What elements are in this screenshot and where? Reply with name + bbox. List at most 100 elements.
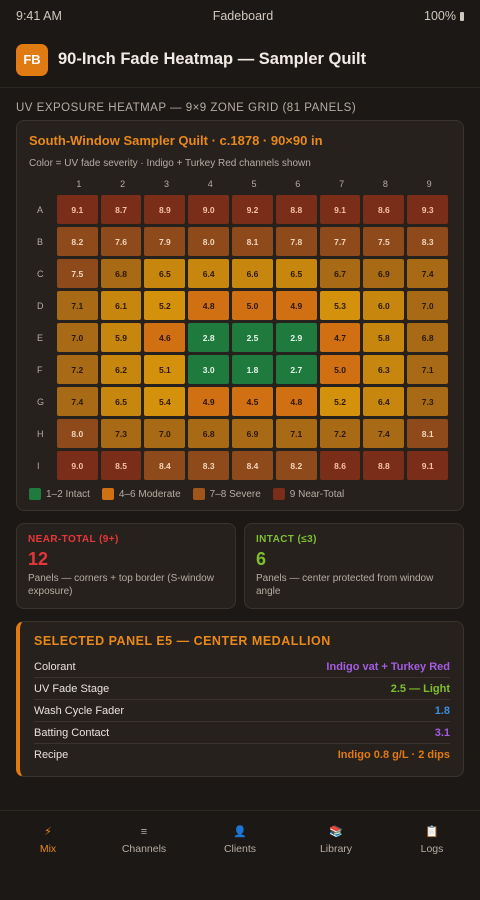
heatmap-cell[interactable]: 2.5	[232, 323, 273, 352]
heatmap-cell[interactable]: 4.5	[232, 387, 273, 416]
heatmap-cell[interactable]: 6.8	[407, 323, 449, 352]
heatmap-cell[interactable]: 7.0	[407, 291, 449, 320]
heatmap-cell[interactable]: 4.8	[275, 387, 317, 416]
heatmap-cell[interactable]: 6.4	[188, 259, 230, 288]
heatmap-cell[interactable]: 6.4	[363, 387, 405, 416]
battery-percent: 100%	[424, 9, 456, 23]
tab-logs[interactable]: 📋 Logs	[392, 825, 472, 900]
heatmap-cell[interactable]: 8.0	[188, 227, 230, 256]
heatmap-cell[interactable]: 7.0	[144, 419, 186, 448]
intact-card[interactable]: INTACT (≤3) 6 Panels — center protected …	[244, 523, 464, 609]
heatmap-cell[interactable]: 8.3	[407, 227, 449, 256]
heatmap-cell[interactable]: 8.6	[319, 451, 361, 480]
heatmap-cell[interactable]: 9.3	[407, 195, 449, 224]
heatmap-cell[interactable]: 7.7	[319, 227, 361, 256]
heatmap-cell[interactable]: 7.9	[144, 227, 186, 256]
near-total-desc: Panels — corners + top border (S-window …	[28, 573, 214, 597]
heatmap-cell[interactable]: 8.2	[275, 451, 317, 480]
heatmap-cell[interactable]: 5.3	[319, 291, 361, 320]
heatmap-cell[interactable]: 4.9	[188, 387, 230, 416]
heatmap-cell[interactable]: 5.0	[319, 355, 361, 384]
heatmap-cell[interactable]: 6.5	[275, 259, 317, 288]
heatmap-cell[interactable]: 6.8	[100, 259, 142, 288]
heatmap-cell[interactable]: 4.6	[144, 323, 186, 352]
heatmap-cell[interactable]: 7.4	[407, 259, 449, 288]
heatmap-cell[interactable]: 2.7	[275, 355, 317, 384]
heatmap-cell[interactable]: 6.9	[363, 259, 405, 288]
tab-library[interactable]: 📚 Library	[296, 825, 376, 900]
heatmap-cell[interactable]: 9.2	[232, 195, 273, 224]
app-logo[interactable]: FB	[16, 43, 48, 76]
heatmap-cell[interactable]: 7.5	[56, 259, 98, 288]
heatmap-cell[interactable]: 2.8	[188, 323, 230, 352]
heatmap-cell[interactable]: 5.4	[144, 387, 186, 416]
near-total-value: 12	[28, 549, 49, 569]
heatmap-cell[interactable]: 8.3	[188, 451, 230, 480]
heatmap-cell[interactable]: 1.8	[232, 355, 273, 384]
heatmap-cell[interactable]: 5.2	[144, 291, 186, 320]
heatmap-cell[interactable]: 8.1	[232, 227, 273, 256]
heatmap-cell[interactable]: 4.9	[275, 291, 317, 320]
heatmap-cell[interactable]: 7.2	[319, 419, 361, 448]
tab-channels[interactable]: ≡ Channels	[104, 825, 184, 900]
heatmap-cell[interactable]: 7.0	[56, 323, 98, 352]
heatmap-cell[interactable]: 7.3	[100, 419, 142, 448]
heatmap-cell[interactable]: 9.1	[319, 195, 361, 224]
heatmap-cell[interactable]: 6.6	[232, 259, 273, 288]
heatmap-cell[interactable]: 6.3	[363, 355, 405, 384]
column-header: 9	[426, 179, 432, 189]
heatmap-cell[interactable]: 7.1	[407, 355, 449, 384]
tab-mix[interactable]: ⚡ Mix	[8, 825, 88, 900]
heatmap-cell[interactable]: 4.8	[188, 291, 230, 320]
heatmap-cell[interactable]: 8.5	[100, 451, 142, 480]
heatmap-grid: 123456789 A 9.1 8.7 8.9 9.0 9.2 8.8 9.1 8.6 9.3 B 8…	[29, 179, 451, 480]
heatmap-cell[interactable]: 3.0	[188, 355, 230, 384]
stat-row: NEAR-TOTAL (9+) 12 Panels — corners + to…	[16, 523, 464, 609]
heatmap-cell[interactable]: 7.4	[363, 419, 405, 448]
heatmap-cell[interactable]: 8.8	[275, 195, 317, 224]
heatmap-cell[interactable]: 8.7	[100, 195, 142, 224]
heatmap-cell[interactable]: 6.2	[100, 355, 142, 384]
heatmap-cell[interactable]: 6.1	[100, 291, 142, 320]
tab-label: Logs	[420, 843, 444, 855]
heatmap-cell[interactable]: 5.0	[232, 291, 273, 320]
heatmap-cell[interactable]: 8.6	[363, 195, 405, 224]
tab-clients[interactable]: 👤 Clients	[200, 825, 280, 900]
heatmap-cell[interactable]: 7.3	[407, 387, 449, 416]
heatmap-cell[interactable]: 4.7	[319, 323, 361, 352]
heatmap-cell[interactable]: 6.9	[232, 419, 273, 448]
heatmap-cell[interactable]: 7.8	[275, 227, 317, 256]
heatmap-cell[interactable]: 7.6	[100, 227, 142, 256]
near-total-label: NEAR-TOTAL (9+)	[28, 534, 119, 545]
row-label: B	[37, 236, 44, 247]
heatmap-cell[interactable]: 7.2	[56, 355, 98, 384]
heatmap-cell[interactable]: 9.1	[56, 195, 98, 224]
detail-row: Recipe Indigo 0.8 g/L · 2 dips	[34, 744, 450, 766]
heatmap-cell[interactable]: 5.9	[100, 323, 142, 352]
heatmap-cell[interactable]: 9.0	[56, 451, 98, 480]
heatmap-cell[interactable]: 2.9	[275, 323, 317, 352]
heatmap-cell[interactable]: 6.0	[363, 291, 405, 320]
heatmap-cell[interactable]: 8.2	[56, 227, 98, 256]
heatmap-cell[interactable]: 6.5	[144, 259, 186, 288]
heatmap-cell[interactable]: 5.8	[363, 323, 405, 352]
heatmap-cell[interactable]: 8.9	[144, 195, 186, 224]
heatmap-cell[interactable]: 7.5	[363, 227, 405, 256]
heatmap-cell[interactable]: 7.1	[56, 291, 98, 320]
heatmap-cell[interactable]: 8.8	[363, 451, 405, 480]
heatmap-cell[interactable]: 5.1	[144, 355, 186, 384]
heatmap-cell[interactable]: 5.2	[319, 387, 361, 416]
heatmap-cell[interactable]: 8.4	[144, 451, 186, 480]
heatmap-cell[interactable]: 8.0	[56, 419, 98, 448]
heatmap-cell[interactable]: 9.1	[407, 451, 449, 480]
heatmap-cell[interactable]: 6.7	[319, 259, 361, 288]
heatmap-cell[interactable]: 8.4	[232, 451, 273, 480]
heatmap-cell[interactable]: 9.0	[188, 195, 230, 224]
heatmap-cell[interactable]: 7.1	[275, 419, 317, 448]
legend-swatch	[192, 488, 205, 500]
heatmap-cell[interactable]: 6.8	[188, 419, 230, 448]
near-total-card[interactable]: NEAR-TOTAL (9+) 12 Panels — corners + to…	[16, 523, 236, 609]
heatmap-cell[interactable]: 7.4	[56, 387, 98, 416]
heatmap-cell[interactable]: 8.1	[407, 419, 449, 448]
heatmap-cell[interactable]: 6.5	[100, 387, 142, 416]
